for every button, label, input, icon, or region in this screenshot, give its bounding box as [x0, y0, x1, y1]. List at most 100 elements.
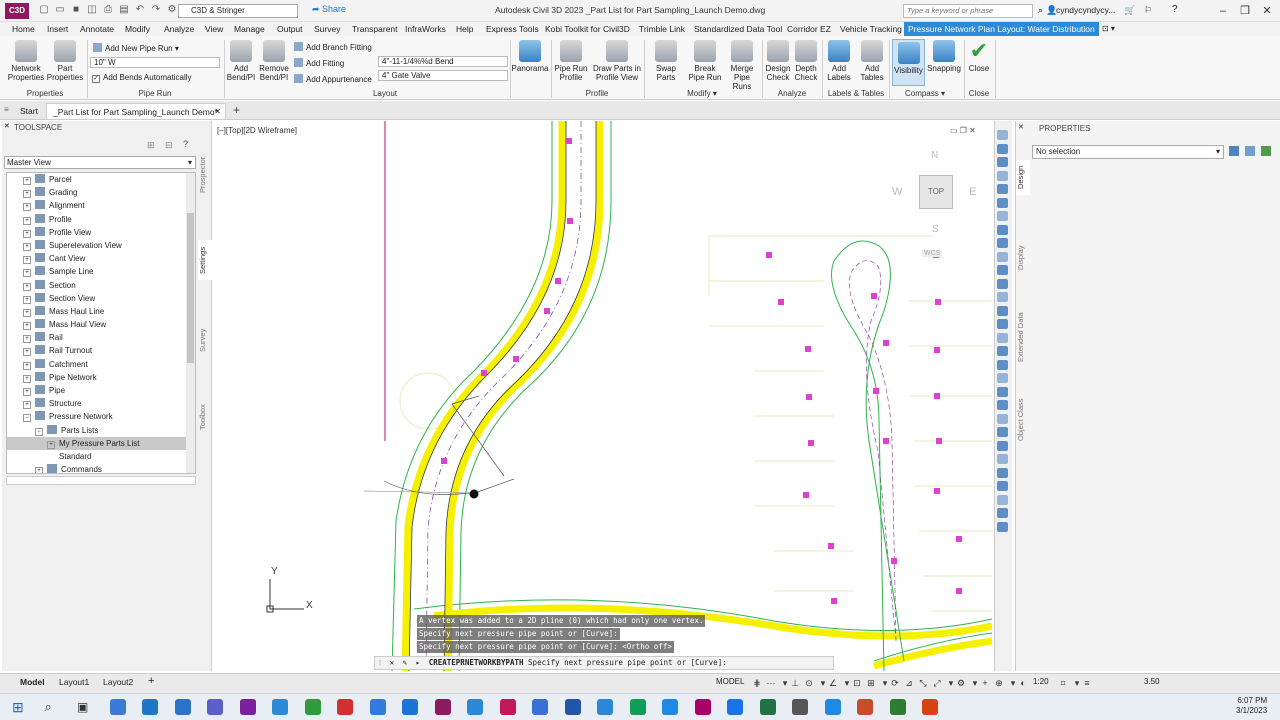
tab-standardized-data-tool[interactable]: Standardized Data Tool: [694, 22, 782, 36]
status-toggle-icon[interactable]: ⊙: [804, 678, 814, 688]
tool-icon[interactable]: [997, 454, 1008, 464]
taskbar-app-icon[interactable]: [792, 699, 808, 715]
tool-icon[interactable]: [997, 130, 1008, 140]
part-properties-button[interactable]: Part Properties: [46, 40, 84, 82]
annotation-scale[interactable]: 1:20: [1033, 677, 1049, 686]
close-tab-icon[interactable]: ✕: [214, 104, 221, 120]
status-toggle-icon[interactable]: +: [980, 678, 990, 688]
taskbar-app-icon[interactable]: [759, 699, 776, 715]
taskbar-app-icon[interactable]: [467, 699, 483, 715]
cart-icon[interactable]: 🛒: [1124, 5, 1135, 16]
toolspace-toolbar-icon-2[interactable]: ⊟: [165, 140, 173, 151]
scroll-thumb[interactable]: [187, 213, 194, 363]
layout2-tab[interactable]: Layout2: [103, 677, 133, 687]
search-icon[interactable]: ⌕: [45, 699, 61, 715]
tool-icon[interactable]: [997, 332, 1008, 343]
expand-toggle-icon[interactable]: +: [23, 295, 31, 304]
taskbar-app-icon[interactable]: [532, 699, 548, 715]
taskbar-app-icon[interactable]: [564, 699, 581, 715]
status-toggle-icon[interactable]: ⚙: [956, 678, 966, 688]
expand-toggle-icon[interactable]: +: [23, 269, 31, 278]
status-toggle-icon[interactable]: ⌗: [1058, 678, 1068, 688]
app-logo[interactable]: C3D: [5, 3, 29, 19]
close-layout-button[interactable]: ✔ Close: [966, 40, 992, 74]
tool-icon[interactable]: [997, 521, 1008, 532]
status-toggle-icon[interactable]: ▾: [1072, 678, 1082, 688]
tool-icon[interactable]: [997, 481, 1008, 491]
tab-kobi-toolkit[interactable]: Kobi Toolkit for Civil3D: [545, 22, 630, 36]
break-pipe-run-button[interactable]: Break Pipe Run: [688, 40, 722, 82]
tab-settings[interactable]: Settings: [198, 240, 212, 280]
status-toggle-icon[interactable]: ▾: [818, 678, 828, 688]
tab-pressure-network-plan-layout[interactable]: Pressure Network Plan Layout: Water Dist…: [904, 22, 1099, 36]
toggle-pickadd-icon[interactable]: [1229, 146, 1239, 156]
tab-trimble-link[interactable]: Trimble Link: [639, 22, 685, 36]
expand-toggle-icon[interactable]: +: [23, 177, 31, 185]
ribbon-options-icon[interactable]: ⊡ ▾: [1102, 24, 1115, 33]
add-layout-button[interactable]: +: [148, 675, 154, 687]
depth-check-button[interactable]: Depth Check: [792, 40, 820, 82]
viewcube-east[interactable]: E: [969, 186, 976, 198]
tool-icon[interactable]: [997, 413, 1008, 424]
taskbar-app-icon[interactable]: [369, 699, 386, 715]
status-toggle-icon[interactable]: ⋕: [752, 678, 762, 688]
tab-corridor-ez[interactable]: Corridor EZ: [787, 22, 831, 36]
learning-icon[interactable]: ⚐: [1144, 5, 1152, 16]
tab-design[interactable]: Design: [1016, 160, 1030, 195]
tool-icon[interactable]: [997, 278, 1008, 289]
redo-icon[interactable]: ↷: [150, 4, 162, 16]
share-button[interactable]: ➦ Share: [312, 4, 346, 15]
add-branch-fitting-button[interactable]: Add Branch Fitting: [294, 42, 372, 52]
close-command-icon[interactable]: ✕: [390, 658, 395, 667]
taskbar-app-icon[interactable]: [337, 699, 353, 715]
tab-vehicle-tracking[interactable]: Vehicle Tracking: [840, 22, 902, 36]
expand-toggle-icon[interactable]: +: [23, 388, 31, 396]
tool-icon[interactable]: [997, 197, 1008, 208]
tab-home[interactable]: Home: [12, 22, 35, 36]
tool-icon[interactable]: [997, 211, 1008, 221]
minimize-button[interactable]: –: [1212, 2, 1234, 20]
modify-panel-title[interactable]: Modify ▾: [672, 89, 732, 98]
drawing-area[interactable]: [214, 121, 992, 671]
status-toggle-icon[interactable]: ≡: [1082, 678, 1092, 688]
expand-toggle-icon[interactable]: +: [23, 348, 31, 357]
taskbar-app-icon[interactable]: [889, 699, 906, 715]
open-file-icon[interactable]: ▭: [54, 4, 66, 16]
tab-survey-side[interactable]: Survey: [198, 325, 212, 355]
search-icon[interactable]: ⌕: [1038, 5, 1043, 16]
tab-object-class[interactable]: Object Class: [1016, 395, 1030, 445]
appurtenance-dropdown[interactable]: 4" Gate Valve: [378, 70, 508, 81]
taskbar-app-icon[interactable]: [597, 699, 613, 715]
tree-item[interactable]: − Pressure Network: [7, 410, 195, 423]
add-appurtenance-button[interactable]: Add Appurtenance: [294, 74, 372, 84]
model-space-toggle[interactable]: MODEL: [716, 677, 744, 686]
palette-close-icon[interactable]: ✕: [4, 122, 12, 130]
pipe-run-profile-button[interactable]: Pipe Run Profile: [553, 40, 589, 82]
tree-item[interactable]: + Pipe Network: [7, 371, 195, 384]
status-toggle-icon[interactable]: ▾: [946, 678, 956, 688]
swap-parts-button[interactable]: Swap Parts: [646, 40, 686, 82]
tab-transparent[interactable]: Transparent: [352, 22, 398, 36]
drawing-tab[interactable]: _Part List for Part Sampling_Launch Demo…: [46, 103, 226, 119]
model-layout-tab[interactable]: Model: [20, 677, 45, 687]
status-toggle-icon[interactable]: ▾: [780, 678, 790, 688]
taskbar-app-icon[interactable]: [727, 699, 743, 715]
status-toggle-icon[interactable]: ⊥: [790, 678, 800, 688]
tool-icon[interactable]: [997, 359, 1008, 370]
expand-toggle-icon[interactable]: +: [23, 190, 31, 199]
tree-item[interactable]: + Parcel: [7, 173, 195, 186]
status-toggle-icon[interactable]: ◐: [1018, 678, 1028, 688]
tab-extended-data[interactable]: Extended Data: [1016, 310, 1030, 365]
taskbar-app-icon[interactable]: [142, 699, 158, 715]
taskbar-app-icon[interactable]: [434, 699, 451, 715]
tab-output[interactable]: Output: [277, 22, 303, 36]
tool-icon[interactable]: [997, 251, 1008, 262]
add-bends-automatically-checkbox[interactable]: ✓ Add Bends Automatically: [92, 73, 192, 83]
quick-select-icon[interactable]: [1261, 146, 1271, 156]
tool-icon[interactable]: [997, 467, 1008, 478]
tool-icon[interactable]: [997, 386, 1008, 397]
tool-icon[interactable]: [997, 143, 1008, 154]
print-icon[interactable]: ⎙: [102, 4, 114, 16]
tree-vertical-scrollbar[interactable]: [186, 173, 195, 473]
search-input[interactable]: Type a keyword or phrase: [903, 4, 1033, 18]
